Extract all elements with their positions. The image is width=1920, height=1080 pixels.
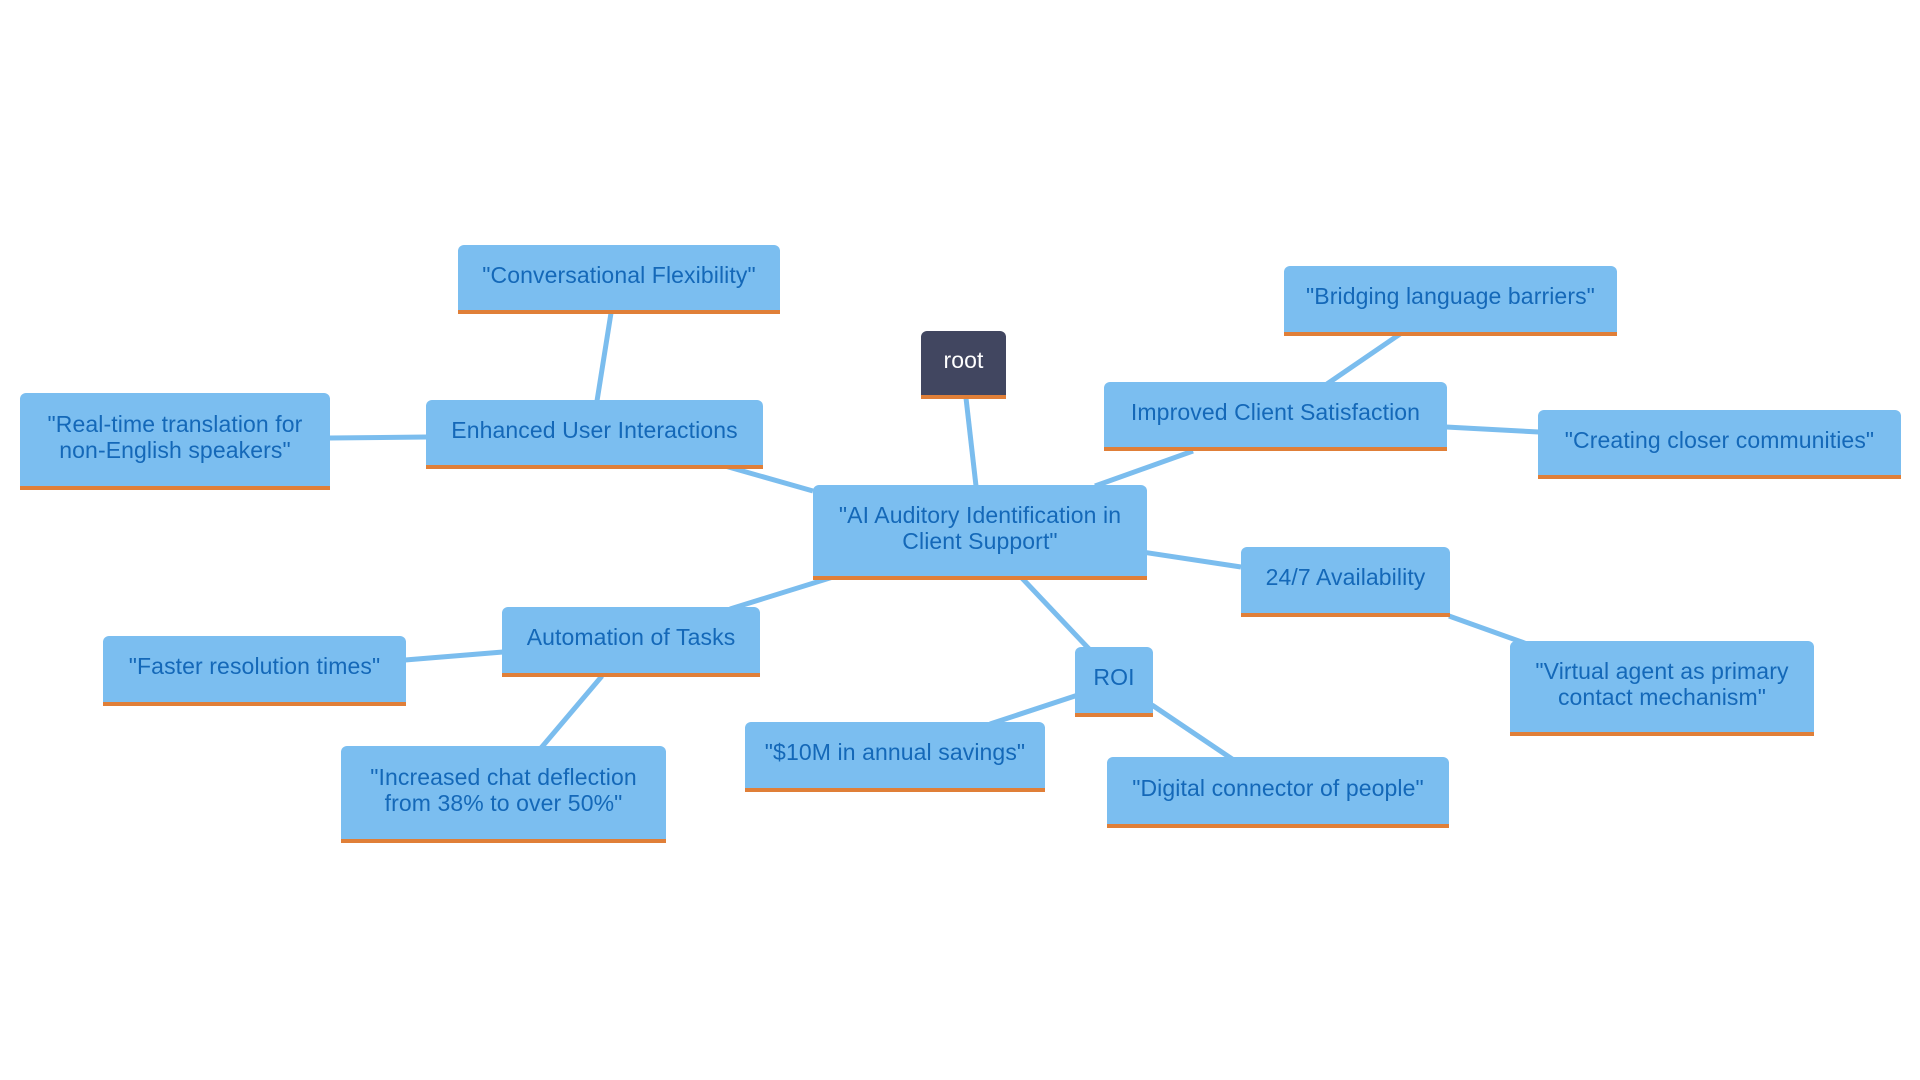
node-enhanced-user-interactions[interactable]: Enhanced User Interactions xyxy=(426,400,763,469)
node-digital-connector-label: "Digital connector of people" xyxy=(1132,774,1424,801)
node-real-time-translation-label: "Real-time translation for non-English s… xyxy=(47,410,303,463)
edge-center-availability xyxy=(1141,549,1242,570)
node-conversational-flexibility-label: "Conversational Flexibility" xyxy=(482,261,756,288)
edge-center-enhanced xyxy=(724,463,814,494)
node-conversational-flexibility[interactable]: "Conversational Flexibility" xyxy=(458,245,780,314)
node-annual-savings-label: "$10M in annual savings" xyxy=(764,739,1026,765)
node-bridging-language-barriers-label: "Bridging language barriers" xyxy=(1306,283,1595,309)
node-increased-chat-deflection[interactable]: "Increased chat deflection from 38% to o… xyxy=(341,746,666,843)
edge-enhanced-translation xyxy=(329,434,428,441)
node-enhanced-user-interactions-label: Enhanced User Interactions xyxy=(451,416,738,443)
edge-automation-deflection xyxy=(539,674,604,750)
node-virtual-agent[interactable]: "Virtual agent as primary contact mechan… xyxy=(1510,641,1814,736)
edge-roi-connector xyxy=(1150,702,1240,766)
edge-automation-faster xyxy=(404,649,504,663)
edge-enhanced-conversational xyxy=(594,312,614,402)
node-improved-client-satisfaction[interactable]: Improved Client Satisfaction xyxy=(1104,382,1447,451)
edge-roi-savings xyxy=(989,692,1079,727)
node-creating-closer-communities[interactable]: "Creating closer communities" xyxy=(1538,410,1901,479)
edge-center-automation xyxy=(729,574,834,612)
node-roi[interactable]: ROI xyxy=(1075,647,1153,717)
node-faster-resolution-times[interactable]: "Faster resolution times" xyxy=(103,636,406,706)
node-annual-savings[interactable]: "$10M in annual savings" xyxy=(745,722,1045,792)
node-automation-of-tasks[interactable]: Automation of Tasks xyxy=(502,607,760,677)
node-root-label: root xyxy=(943,347,984,373)
edge-improved-communities xyxy=(1445,424,1540,435)
node-increased-chat-deflection-label: "Increased chat deflection from 38% to o… xyxy=(370,763,637,816)
node-faster-resolution-times-label: "Faster resolution times" xyxy=(128,653,381,679)
node-24-7-availability-label: 24/7 Availability xyxy=(1265,564,1426,590)
node-creating-closer-communities-label: "Creating closer communities" xyxy=(1564,426,1875,453)
node-virtual-agent-label: "Virtual agent as primary contact mechan… xyxy=(1535,657,1789,710)
node-center-topic-label: "AI Auditory Identification in Client Su… xyxy=(838,501,1122,554)
node-bridging-language-barriers[interactable]: "Bridging language barriers" xyxy=(1284,266,1617,336)
edge-root-center xyxy=(963,397,979,487)
node-root[interactable]: root xyxy=(921,331,1006,399)
edge-center-improved xyxy=(1094,448,1194,489)
edge-improved-bridging xyxy=(1325,331,1402,387)
node-improved-client-satisfaction-label: Improved Client Satisfaction xyxy=(1130,398,1421,425)
node-24-7-availability[interactable]: 24/7 Availability xyxy=(1241,547,1450,617)
node-real-time-translation[interactable]: "Real-time translation for non-English s… xyxy=(20,393,330,490)
edge-center-roi xyxy=(1018,574,1092,652)
node-digital-connector[interactable]: "Digital connector of people" xyxy=(1107,757,1449,828)
node-center-topic[interactable]: "AI Auditory Identification in Client Su… xyxy=(813,485,1147,580)
node-roi-label: ROI xyxy=(1093,664,1135,690)
mindmap-canvas: root "AI Auditory Identification in Clie… xyxy=(0,0,1920,1080)
node-automation-of-tasks-label: Automation of Tasks xyxy=(526,624,736,650)
